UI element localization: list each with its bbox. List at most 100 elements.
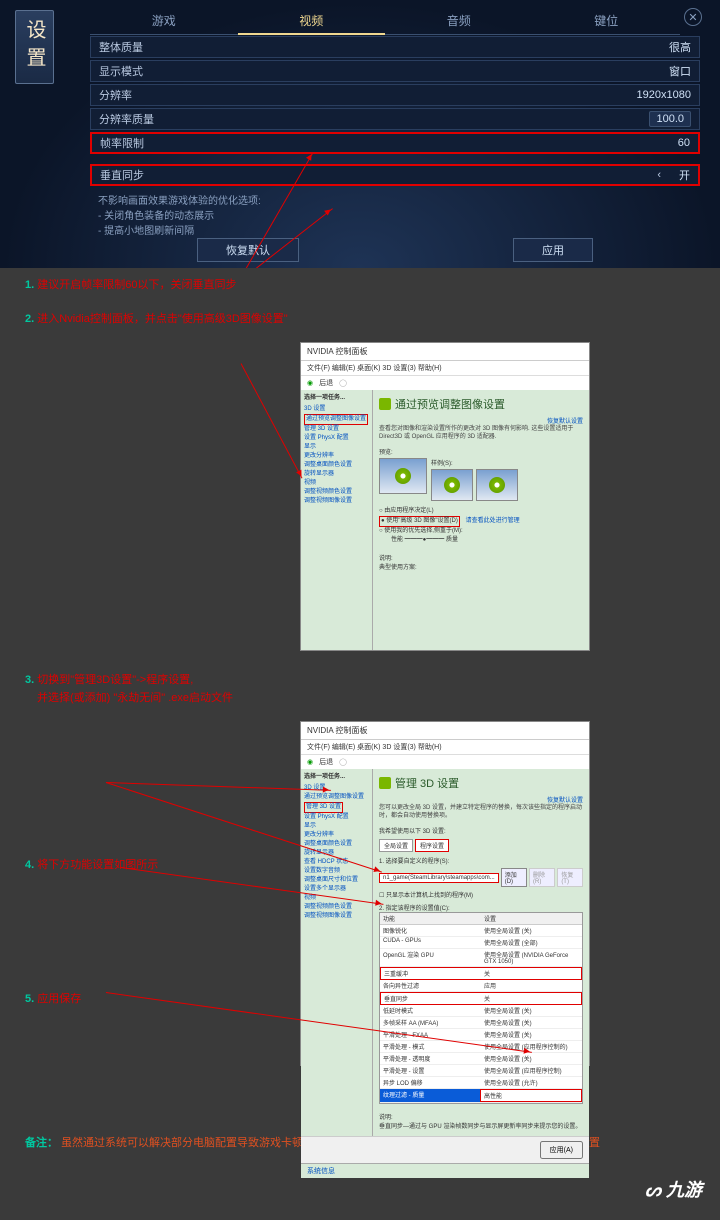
tab-keys[interactable]: 键位 — [533, 8, 681, 35]
settings-tabs: 全局设置 程序设置 — [379, 839, 583, 852]
nvidia-panel-3dsettings: NVIDIA 控制面板 文件(F) 编辑(E) 桌面(K) 3D 设置(3) 帮… — [300, 721, 590, 1066]
sidebar-item[interactable]: 3D 设置 — [304, 405, 369, 414]
fwd-icon: ◯ — [339, 758, 347, 766]
row-resolution-quality[interactable]: 分辨率质量 100.0 — [90, 108, 700, 130]
sidebar-item[interactable]: 调整视频颜色设置 — [304, 488, 369, 497]
sidebar-item[interactable]: 设置 PhysX 配置 — [304, 813, 369, 822]
sidebar-item[interactable]: 显示 — [304, 822, 369, 831]
sidebar-item[interactable]: 通过预览调整图像设置 — [304, 793, 369, 802]
table-row[interactable]: 平滑处理 - 设置使用全局设置 (应用程序控制) — [380, 1065, 582, 1077]
label: 帧率限制 — [100, 135, 678, 151]
sidebar-item-manage3d[interactable]: 管理 3D 设置 — [304, 802, 343, 813]
checkbox-show-found[interactable]: ☐ 只显示本计算机上找到的程序(M) — [379, 890, 583, 899]
sidebar-item[interactable]: 设置多个显示器 — [304, 885, 369, 894]
table-row[interactable]: OpenGL 渲染 GPU使用全局设置 (NVIDIA GeForce GTX … — [380, 949, 582, 967]
value: 1920x1080 — [637, 89, 691, 101]
link[interactable]: 请查看此处进行管理 — [466, 518, 520, 524]
tab-video[interactable]: 视频 — [238, 8, 386, 35]
row-display-mode[interactable]: 显示模式 窗口 — [90, 60, 700, 82]
radio-advanced[interactable]: ● 使用"高级 3D 图像"设置(D) — [379, 516, 460, 527]
fwd-icon: ◯ — [339, 379, 347, 387]
menu-bar[interactable]: 文件(F) 编辑(E) 桌面(K) 3D 设置(3) 帮助(H) — [301, 361, 589, 376]
row-overall-quality[interactable]: 整体质量 很高 — [90, 36, 700, 58]
sidebar-item[interactable]: 查看 HDCP 状态 — [304, 858, 369, 867]
sidebar-item[interactable]: 调整视频图像设置 — [304, 912, 369, 921]
table-row[interactable]: 平滑处理 - 透明度使用全局设置 (关) — [380, 1053, 582, 1065]
sidebar-item[interactable]: 调整视频颜色设置 — [304, 903, 369, 912]
table-row[interactable]: CUDA - GPUs使用全局设置 (全部) — [380, 937, 582, 949]
main-content: 通过预览调整图像设置 恢复默认设置 查看您对图像和渲染设置所作的更改对 3D 图… — [373, 390, 589, 650]
table-row[interactable]: 图像锐化使用全局设置 (关) — [380, 925, 582, 937]
table-row[interactable]: 各向异性过滤应用 — [380, 980, 582, 992]
radio-option[interactable]: ○ 使用我的优先选择,侧重于(M): — [379, 527, 583, 536]
toolbar: ◉ 后退 ◯ — [301, 755, 589, 769]
sidebar-item[interactable]: 显示 — [304, 443, 369, 452]
sidebar-item[interactable]: 设置数字音频 — [304, 867, 369, 876]
step-num: 1. — [25, 279, 34, 291]
restore-defaults-button[interactable]: 恢复默认 — [197, 238, 299, 262]
program-select-row: n1_game(SteamLibrary\steamapps\com... 添加… — [379, 868, 583, 887]
sidebar-item[interactable]: 旋转显示器 — [304, 470, 369, 479]
apply-button[interactable]: 应用(A) — [540, 1141, 583, 1159]
value: 60 — [678, 137, 690, 149]
step-text: 切换到"管理3D设置"->程序设置, — [37, 674, 193, 686]
label: 显示模式 — [99, 63, 669, 79]
description: 您可以更改全局 3D 设置，并建立特定程序的替换，每次该些指定的程序启动时，都会… — [379, 804, 583, 820]
table-row[interactable]: 垂直同步关 — [380, 992, 582, 1005]
restore-prog-button[interactable]: 恢复(T) — [557, 868, 583, 887]
table-row[interactable]: 异步 LOD 偏移使用全局设置 (允许) — [380, 1077, 582, 1089]
opt-item: - 关闭角色装备的动态展示 — [98, 209, 692, 224]
table-row[interactable]: 三重缓冲关 — [380, 967, 582, 980]
program-dropdown[interactable]: n1_game(SteamLibrary\steamapps\com... — [379, 873, 499, 883]
table-row[interactable]: 低延时模式使用全局设置 (关) — [380, 1005, 582, 1017]
back-label[interactable]: 后退 — [319, 757, 333, 767]
row-vsync[interactable]: 垂直同步 ‹ 开 — [90, 164, 700, 186]
sidebar-item[interactable]: 更改分辨率 — [304, 831, 369, 840]
opt-item: - 提高小地图刷新间隔 — [98, 224, 692, 239]
sidebar-item[interactable]: 设置 PhysX 配置 — [304, 434, 369, 443]
sidebar-item[interactable]: 调整桌面尺寸和位置 — [304, 876, 369, 885]
step-text: 并选择(或添加) "永劫无间" .exe启动文件 — [37, 692, 233, 704]
remove-button[interactable]: 删除(R) — [529, 868, 555, 887]
sidebar-item[interactable]: 视频 — [304, 894, 369, 903]
radio-option[interactable]: ○ 由应用程序决定(L) — [379, 507, 583, 516]
tab-game[interactable]: 游戏 — [90, 8, 238, 35]
row-fps-limit[interactable]: 帧率限制 60 — [90, 132, 700, 154]
sidebar-item[interactable]: 视频 — [304, 479, 369, 488]
tab-audio[interactable]: 音频 — [385, 8, 533, 35]
table-row[interactable]: 纹理过滤 - 质量高性能 — [380, 1089, 582, 1103]
sidebar-item[interactable]: 调整桌面颜色设置 — [304, 840, 369, 849]
preview-label: 预览: — [379, 450, 393, 456]
step-num: 4. — [25, 859, 34, 871]
sidebar-item[interactable]: 管理 3D 设置 — [304, 425, 369, 434]
row-resolution[interactable]: 分辨率 1920x1080 — [90, 84, 700, 106]
add-button[interactable]: 添加(D) — [501, 868, 527, 887]
panel-buttons: 恢复默认 应用 — [90, 238, 700, 262]
sidebar-item[interactable]: 更改分辨率 — [304, 452, 369, 461]
restore-link[interactable]: 恢复默认设置 — [379, 795, 583, 804]
settings-title: 设置 — [15, 10, 54, 84]
apply-button[interactable]: 应用 — [513, 238, 593, 262]
back-icon[interactable]: ◉ — [307, 758, 313, 766]
tab-program[interactable]: 程序设置 — [415, 839, 449, 852]
sample-label: 样例(S): — [431, 458, 518, 467]
back-label[interactable]: 后退 — [319, 378, 333, 388]
back-icon[interactable]: ◉ — [307, 379, 313, 387]
close-icon[interactable]: ✕ — [684, 8, 702, 26]
sidebar-item[interactable]: 调整视频图像设置 — [304, 497, 369, 506]
tab-global[interactable]: 全局设置 — [379, 839, 413, 852]
table-row[interactable]: 多帧采样 AA (MFAA)使用全局设置 (关) — [380, 1017, 582, 1029]
note-label: 备注： — [25, 1137, 58, 1149]
restore-link[interactable]: 恢复默认设置 — [379, 416, 583, 425]
nvidia-panel-preview: NVIDIA 控制面板 文件(F) 编辑(E) 桌面(K) 3D 设置(3) 帮… — [300, 342, 590, 651]
sidebar-item[interactable]: 调整桌面颜色设置 — [304, 461, 369, 470]
step-num: 3. — [25, 674, 34, 686]
chevron-left-icon[interactable]: ‹ — [657, 169, 661, 181]
step-num: 2. — [25, 313, 34, 325]
settings-rows: 整体质量 很高 显示模式 窗口 分辨率 1920x1080 分辨率质量 100.… — [90, 36, 700, 245]
value: 100.0 — [649, 111, 691, 127]
table-row[interactable]: 平滑处理 - 模式使用全局设置 (应用程序控制的) — [380, 1041, 582, 1053]
sidebar-item-preview[interactable]: 通过预览调整图像设置 — [304, 414, 368, 425]
menu-bar[interactable]: 文件(F) 编辑(E) 桌面(K) 3D 设置(3) 帮助(H) — [301, 740, 589, 755]
note: 说明: 垂直同步—通过与 GPU 渲染帧数同步与显示屏更新率同步来提示您的设置。 — [379, 1112, 583, 1130]
